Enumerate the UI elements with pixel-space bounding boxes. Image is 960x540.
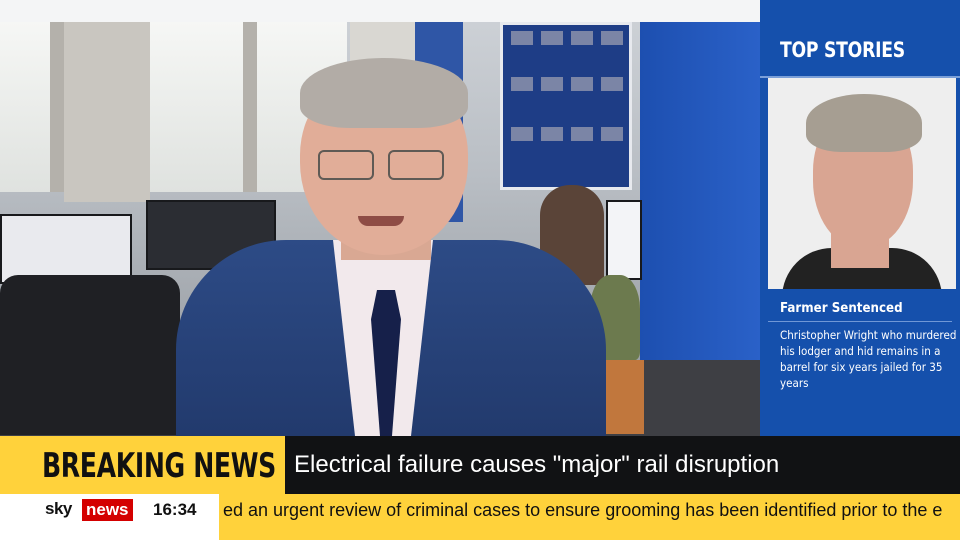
story-headline: Farmer Sentenced bbox=[780, 300, 903, 316]
top-stories-title: TOP STORIES bbox=[780, 38, 905, 62]
story-divider bbox=[768, 321, 952, 322]
news-ticker: sky news 16:34 ed an urgent review of cr… bbox=[0, 494, 960, 540]
ceiling-strip bbox=[0, 0, 760, 22]
glasses-lens bbox=[318, 150, 374, 180]
breaking-headline: Electrical failure causes "major" rail d… bbox=[294, 451, 780, 478]
story-photo bbox=[768, 78, 956, 289]
screen-thumbnail bbox=[541, 31, 563, 45]
desk-monitor bbox=[606, 200, 642, 280]
photo-subject-hair bbox=[806, 94, 922, 152]
wall-pillar bbox=[64, 22, 150, 202]
ticker-crawl: ed an urgent review of criminal cases to… bbox=[219, 494, 960, 540]
top-stories-panel: TOP STORIES Farmer Sentenced Christopher… bbox=[760, 0, 960, 436]
breaking-news-label-box: BREAKING NEWS bbox=[0, 436, 285, 494]
presenter-glasses bbox=[318, 150, 448, 180]
breaking-news-label: BREAKING NEWS bbox=[42, 446, 276, 486]
screen-thumbnail bbox=[511, 31, 533, 45]
screen-thumbnail bbox=[571, 31, 593, 45]
news-logo-badge: news bbox=[82, 499, 133, 521]
sky-logo-text: sky bbox=[45, 499, 72, 518]
presenter bbox=[176, 50, 606, 436]
breaking-news-bar: BREAKING NEWS Electrical failure causes … bbox=[0, 436, 960, 494]
studio-video-feed bbox=[0, 0, 760, 436]
desk-monitor bbox=[0, 214, 132, 284]
screen-thumbnail bbox=[601, 31, 623, 45]
story-summary: Christopher Wright who murdered his lodg… bbox=[780, 328, 957, 390]
presenter-mouth bbox=[358, 216, 404, 226]
broadcast-clock: 16:34 bbox=[153, 500, 197, 519]
office-chair bbox=[0, 275, 180, 435]
breaking-headline-box: Electrical failure causes "major" rail d… bbox=[285, 436, 960, 494]
channel-brand-box: sky news 16:34 bbox=[0, 494, 219, 540]
presenter-hair bbox=[300, 58, 468, 128]
ticker-crawl-text: ed an urgent review of criminal cases to… bbox=[223, 500, 943, 520]
window-frame bbox=[50, 22, 64, 192]
glasses-lens bbox=[388, 150, 444, 180]
